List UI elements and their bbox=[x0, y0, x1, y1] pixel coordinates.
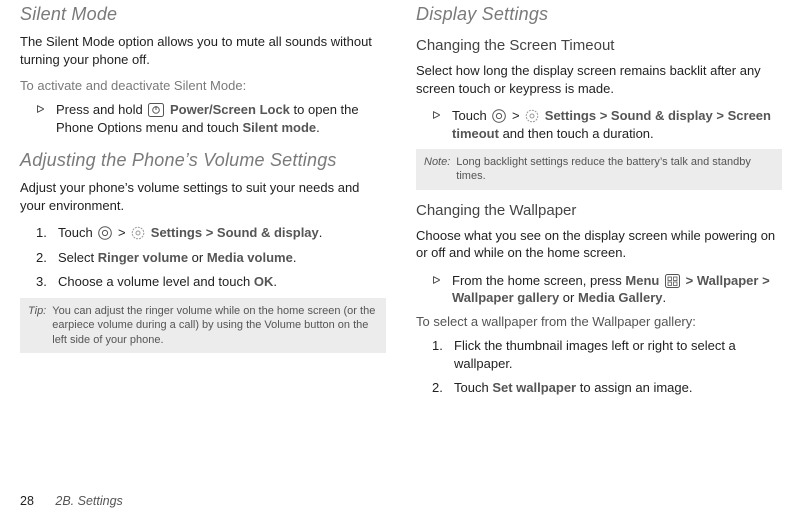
step-number: 2. bbox=[432, 379, 446, 397]
step-number: 1. bbox=[432, 337, 446, 372]
bold-text: Wallpaper gallery bbox=[452, 290, 559, 305]
step-text: Choose a volume level and touch OK. bbox=[58, 273, 277, 291]
wallpaper-gallery-step-2: 2. Touch Set wallpaper to assign an imag… bbox=[416, 379, 782, 397]
bullet-arrow-icon: ᐅ bbox=[432, 272, 444, 307]
text-segment: Touch bbox=[454, 380, 492, 395]
right-column: Display Settings Changing the Screen Tim… bbox=[416, 4, 782, 404]
volume-step-3: 3. Choose a volume level and touch OK. bbox=[20, 273, 386, 291]
settings-gear-icon bbox=[525, 109, 539, 123]
heading-silent-mode: Silent Mode bbox=[20, 4, 386, 25]
text-segment: Touch bbox=[452, 108, 490, 123]
settings-gear-icon bbox=[131, 226, 145, 240]
text-segment: . bbox=[319, 225, 323, 240]
text-segment: > bbox=[512, 108, 523, 123]
text-segment: or bbox=[192, 250, 207, 265]
bold-text: OK bbox=[254, 274, 274, 289]
tip-message: You can adjust the ringer volume while o… bbox=[52, 304, 378, 347]
step-number: 3. bbox=[36, 273, 50, 291]
text-segment: . bbox=[316, 120, 320, 135]
wallpaper-gallery-step-1: 1. Flick the thumbnail images left or ri… bbox=[416, 337, 782, 372]
section-crumb: 2B. Settings bbox=[55, 494, 122, 508]
step-text: Flick the thumbnail images left or right… bbox=[454, 337, 782, 372]
note-message: Long backlight settings reduce the batte… bbox=[456, 155, 774, 184]
text-segment: . bbox=[663, 290, 667, 305]
bold-text: Silent mode bbox=[242, 120, 316, 135]
text-segment: . bbox=[293, 250, 297, 265]
bold-text: Settings bbox=[151, 225, 202, 240]
bullet-arrow-icon: ᐅ bbox=[432, 107, 444, 142]
text-segment: . bbox=[273, 274, 277, 289]
bold-text: Menu bbox=[625, 273, 659, 288]
page-number: 28 bbox=[20, 494, 34, 508]
bold-text: Settings bbox=[545, 108, 596, 123]
text-segment: or bbox=[563, 290, 578, 305]
step-text: From the home screen, press Menu > Wallp… bbox=[452, 272, 782, 307]
bold-text: > bbox=[716, 108, 727, 123]
text-segment: Select bbox=[58, 250, 98, 265]
volume-step-1: 1. Touch > Settings > Sound & display. bbox=[20, 224, 386, 242]
menu-key-icon bbox=[665, 274, 680, 288]
bold-text: Sound & display bbox=[217, 225, 319, 240]
volume-step-2: 2. Select Ringer volume or Media volume. bbox=[20, 249, 386, 267]
text-segment: Touch bbox=[58, 225, 96, 240]
bold-text: > bbox=[762, 273, 770, 288]
page-footer: 28 2B. Settings bbox=[20, 494, 123, 508]
left-column: Silent Mode The Silent Mode option allow… bbox=[20, 4, 386, 404]
heading-wallpaper: Changing the Wallpaper bbox=[416, 202, 782, 219]
bold-text: > bbox=[206, 225, 217, 240]
bold-text: Media Gallery bbox=[578, 290, 663, 305]
step-text: Touch Set wallpaper to assign an image. bbox=[454, 379, 692, 397]
timeout-step: ᐅ Touch > Settings > Sound & display > S… bbox=[416, 107, 782, 142]
step-text: Touch > Settings > Sound & display > Scr… bbox=[452, 107, 782, 142]
bold-text: > bbox=[600, 108, 611, 123]
tip-callout: Tip: You can adjust the ringer volume wh… bbox=[20, 298, 386, 353]
home-icon bbox=[492, 109, 506, 123]
silent-mode-description: The Silent Mode option allows you to mut… bbox=[20, 33, 386, 68]
wallpaper-description: Choose what you see on the display scree… bbox=[416, 227, 782, 262]
power-lock-icon bbox=[148, 103, 164, 117]
home-icon bbox=[98, 226, 112, 240]
bold-text: Media volume bbox=[207, 250, 293, 265]
step-text: Press and hold Power/Screen Lock to open… bbox=[56, 101, 386, 136]
silent-mode-lead: To activate and deactivate Silent Mode: bbox=[20, 78, 386, 93]
text-segment: > bbox=[118, 225, 129, 240]
text-segment: Press and hold bbox=[56, 102, 146, 117]
wallpaper-step: ᐅ From the home screen, press Menu > Wal… bbox=[416, 272, 782, 307]
bold-text: Ringer volume bbox=[98, 250, 188, 265]
note-callout: Note: Long backlight settings reduce the… bbox=[416, 149, 782, 190]
bold-text: Wallpaper bbox=[697, 273, 759, 288]
step-text: Select Ringer volume or Media volume. bbox=[58, 249, 296, 267]
text-segment: Choose a volume level and touch bbox=[58, 274, 254, 289]
bullet-arrow-icon: ᐅ bbox=[36, 101, 48, 136]
tip-label: Tip: bbox=[28, 304, 46, 347]
step-number: 1. bbox=[36, 224, 50, 242]
note-label: Note: bbox=[424, 155, 450, 184]
timeout-description: Select how long the display screen remai… bbox=[416, 62, 782, 97]
text-segment: to assign an image. bbox=[580, 380, 693, 395]
step-text: Touch > Settings > Sound & display. bbox=[58, 224, 322, 242]
wallpaper-gallery-lead: To select a wallpaper from the Wallpaper… bbox=[416, 314, 782, 329]
bold-text: Power/Screen Lock bbox=[170, 102, 290, 117]
volume-description: Adjust your phone’s volume settings to s… bbox=[20, 179, 386, 214]
heading-volume: Adjusting the Phone’s Volume Settings bbox=[20, 150, 386, 171]
step-number: 2. bbox=[36, 249, 50, 267]
text-segment: and then touch a duration. bbox=[503, 126, 654, 141]
bold-text: Set wallpaper bbox=[492, 380, 576, 395]
heading-display-settings: Display Settings bbox=[416, 4, 782, 25]
bold-text: Sound & display bbox=[611, 108, 713, 123]
silent-mode-step: ᐅ Press and hold Power/Screen Lock to op… bbox=[20, 101, 386, 136]
text-segment: From the home screen, press bbox=[452, 273, 625, 288]
heading-screen-timeout: Changing the Screen Timeout bbox=[416, 37, 782, 54]
bold-text: > bbox=[686, 273, 697, 288]
